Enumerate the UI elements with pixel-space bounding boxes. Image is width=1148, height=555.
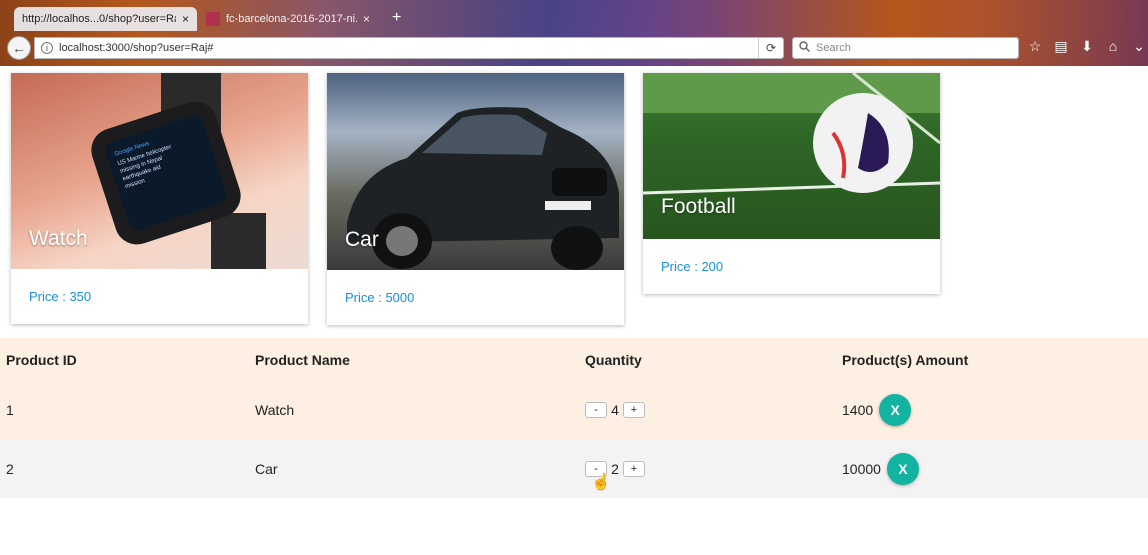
search-placeholder: Search [816,42,851,54]
amount-value: 10000 [842,460,881,477]
product-card-watch[interactable]: Google News US Marine helicopter missing… [11,73,308,324]
tab-barcelona[interactable]: fc-barcelona-2016-2017-ni... × [198,7,378,31]
new-tab-button[interactable]: + [392,9,401,27]
navigation-bar: ← i localhost:3000/shop?user=Raj# ⟳ Sear… [0,33,1148,64]
tab-title: http://localhos...0/shop?user=Raj [22,13,176,25]
header-quantity: Quantity [585,351,642,368]
product-price: Price : 200 [661,259,724,274]
header-product-id: Product ID [6,351,77,368]
url-text: localhost:3000/shop?user=Raj# [59,42,214,54]
tab-shop[interactable]: http://localhos...0/shop?user=Raj × [14,7,197,31]
cell-product-name: Car [255,460,278,477]
table-header: Product ID Product Name Quantity Product… [0,338,1148,381]
product-name: Football [661,195,736,218]
back-button[interactable]: ← [7,36,31,60]
football-image: Football [643,73,940,239]
header-product-name: Product Name [255,351,350,368]
reload-icon[interactable]: ⟳ [758,38,783,58]
amount-cell: 10000 X [842,452,919,485]
cart-table: Product ID Product Name Quantity Product… [0,338,1148,498]
favicon [206,12,220,26]
product-price: Price : 350 [29,289,92,304]
search-input[interactable]: Search [792,37,1019,59]
product-card-car[interactable]: Car Price : 5000 [327,73,624,325]
reading-list-icon[interactable]: ▤ [1053,38,1069,55]
search-icon [799,41,810,55]
home-icon[interactable]: ⌂ [1105,38,1121,55]
quantity-stepper: - 4 + [585,402,645,418]
bookmark-star-icon[interactable]: ☆ [1027,38,1043,55]
decrement-button[interactable]: - [585,402,607,418]
increment-button[interactable]: + [623,402,645,418]
cell-product-id: 2 [6,460,14,477]
cell-product-name: Watch [255,402,295,418]
product-name: Watch [29,227,88,250]
header-amount: Product(s) Amount [842,351,969,368]
amount-cell: 1400 X [842,394,912,426]
product-name: Car [345,228,379,251]
amount-value: 1400 [842,402,874,418]
browser-chrome: http://localhos...0/shop?user=Raj × fc-b… [0,0,1148,66]
hand-cursor-icon: ☝ [591,474,611,491]
close-tab-icon[interactable]: × [182,12,189,26]
product-card-football[interactable]: Football Price : 200 [643,73,940,294]
remove-button[interactable]: X [886,452,919,485]
download-icon[interactable]: ⬇ [1079,38,1095,55]
toolbar-icons: ☆ ▤ ⬇ ⌂ ⌄ [1027,38,1147,55]
remove-button[interactable]: X [879,394,912,426]
table-row: 1 Watch - 4 + 1400 X [0,381,1148,439]
watch-image: Google News US Marine helicopter missing… [11,73,308,269]
increment-button[interactable]: + [623,460,645,477]
menu-chevron-icon[interactable]: ⌄ [1131,38,1147,55]
close-tab-icon[interactable]: × [363,12,370,26]
table-row: 2 Car - 2 + 10000 X [0,439,1148,498]
cell-product-id: 1 [6,402,14,418]
tab-title: fc-barcelona-2016-2017-ni... [226,13,357,25]
info-icon[interactable]: i [41,42,53,54]
car-image: Car [327,73,624,270]
address-bar[interactable]: i localhost:3000/shop?user=Raj# ⟳ [34,37,784,59]
product-price: Price : 5000 [345,290,415,305]
quantity-value: 4 [611,402,619,418]
